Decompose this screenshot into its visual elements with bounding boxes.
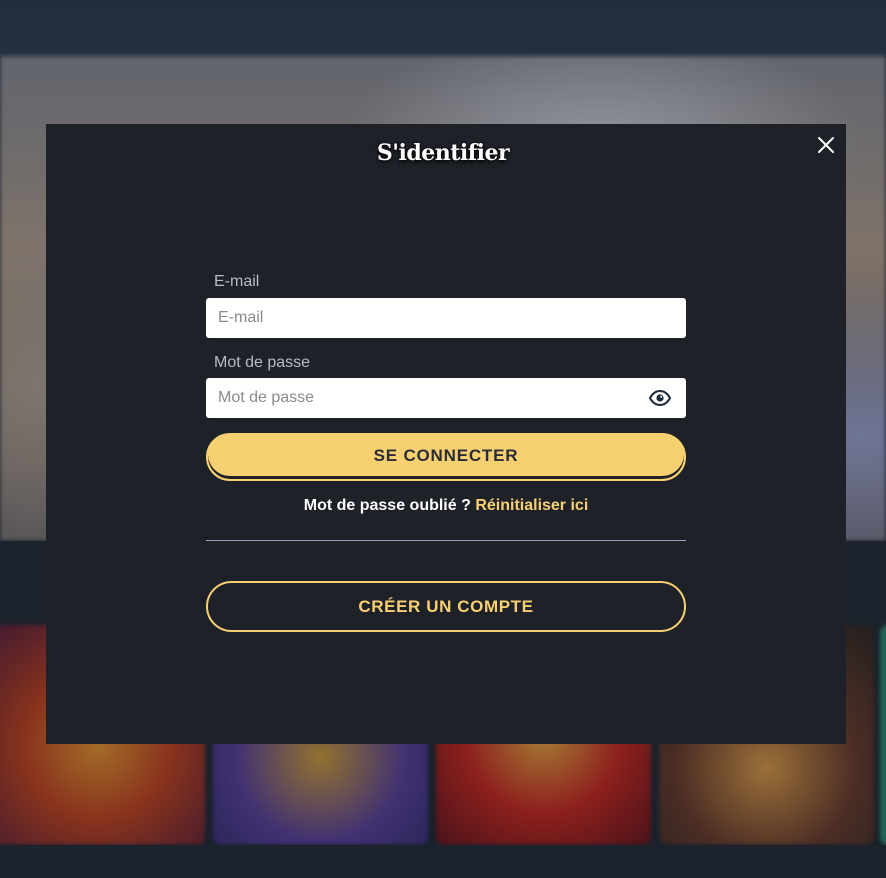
email-field[interactable] [206, 298, 686, 338]
modal-title: S'identifier [376, 140, 510, 166]
eye-icon [648, 389, 672, 407]
email-label: E-mail [214, 273, 260, 290]
show-password-toggle[interactable] [648, 388, 672, 408]
divider [206, 540, 686, 541]
login-button-label: SE CONNECTER [210, 437, 682, 475]
forgot-password-text: Mot de passe oublié ? [303, 497, 471, 514]
close-button[interactable] [813, 132, 839, 158]
create-account-button[interactable]: CRÉER UN COMPTE [206, 581, 686, 632]
reset-password-link[interactable]: Réinitialiser ici [475, 497, 588, 514]
password-label: Mot de passe [214, 354, 311, 371]
password-field[interactable] [206, 378, 686, 418]
forgot-password-row: Mot de passe oublié ? Réinitialiser ici [206, 497, 686, 515]
login-button[interactable]: SE CONNECTER [206, 433, 686, 481]
close-icon [818, 137, 834, 153]
